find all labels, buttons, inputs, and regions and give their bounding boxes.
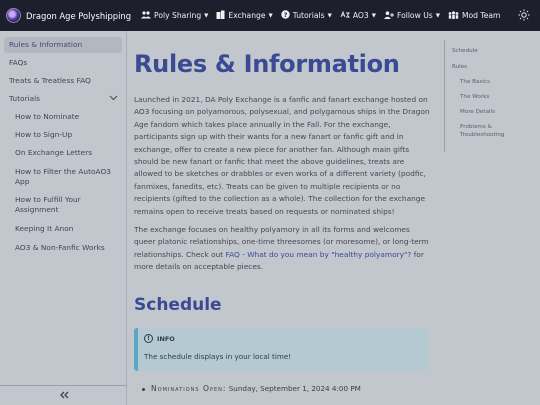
toc-item-more-details[interactable]: More Details [460,108,495,116]
sidebar-item-rules-information[interactable]: Rules & Information [4,37,122,53]
schedule-heading: Schedule [134,295,222,315]
site-title: Dragon Age Polyshipping [26,10,132,21]
info-admonition: ! INFO The schedule displays in your loc… [134,328,428,371]
info-icon: ! [144,334,153,343]
sidebar: Rules & Information FAQs Treats & Treatl… [0,31,127,405]
main-content: Rules & Information Launched in 2021, DA… [128,31,440,405]
toc-item-troubleshooting[interactable]: Problems & Troubleshooting [460,123,520,139]
brand-link[interactable]: Dragon Age Polyshipping [6,8,131,23]
nav-ao3-label: AO3 [352,11,369,20]
schedule-item-key: Nominations Open: [151,384,227,393]
page-title: Rules & Information [134,50,400,78]
nav-follow-us[interactable]: Follow Us ▼ [383,10,440,21]
question-icon: ? [281,10,290,21]
nav-poly-sharing[interactable]: Poly Sharing ▼ [141,10,209,21]
caret-down-icon: ▼ [204,12,209,19]
table-of-contents: Schedule Rules The Basics The Works More… [444,40,536,152]
svg-text:?: ? [283,11,287,19]
sidebar-collapse-button[interactable] [0,385,127,405]
nav-mod-team[interactable]: Mod Team [448,10,501,21]
info-text: The schedule displays in your local time… [144,352,292,361]
sidebar-item-filter-autoao3[interactable]: How to Filter the AutoAO3 App [10,164,120,189]
sidebar-item-keeping-anon[interactable]: Keeping It Anon [10,221,120,237]
nav-exchange-label: Exchange [228,11,266,20]
toc-item-schedule[interactable]: Schedule [452,47,478,55]
sidebar-item-tutorials[interactable]: Tutorials [4,91,122,107]
nav-poly-sharing-label: Poly Sharing [154,11,202,20]
sidebar-item-faqs[interactable]: FAQs [4,55,122,71]
team-icon [448,10,459,21]
nav-exchange[interactable]: Exchange ▼ [216,10,273,21]
caret-down-icon: ▼ [268,12,273,19]
people-icon [141,10,152,21]
caret-down-icon: ▼ [371,12,376,19]
ao3-icon [340,10,350,21]
sidebar-item-how-to-nominate[interactable]: How to Nominate [10,109,120,125]
info-label: INFO [157,334,175,343]
sidebar-item-how-to-sign-up[interactable]: How to Sign-Up [10,127,120,143]
nav-tutorials[interactable]: ? Tutorials ▼ [281,10,332,21]
buildings-icon [216,10,225,21]
toc-item-the-works[interactable]: The Works [460,93,489,101]
schedule-item-value: Sunday, September 1, 2024 4:00 PM [228,384,361,393]
caret-down-icon: ▼ [327,12,332,19]
healthy-polyamory-paragraph: The exchange focuses on healthy polyamor… [134,224,430,274]
sun-icon[interactable] [518,9,530,21]
top-navbar: Dragon Age Polyshipping Poly Sharing ▼ E… [0,0,540,31]
faq-healthy-polyamory-link[interactable]: FAQ - What do you mean by "healthy polya… [226,250,412,259]
sidebar-item-treats-faq[interactable]: Treats & Treatless FAQ [4,73,122,89]
nav-ao3[interactable]: AO3 ▼ [340,10,376,21]
nav-mod-team-label: Mod Team [461,11,501,20]
site-logo [6,8,21,23]
sidebar-item-exchange-letters[interactable]: On Exchange Letters [10,145,120,161]
double-chevron-left-icon [59,388,69,403]
toc-item-the-basics[interactable]: The Basics [460,78,490,86]
user-plus-icon [383,10,394,21]
schedule-item: Nominations Open: Sunday, September 1, 2… [142,384,361,393]
bullet-dot [142,387,145,391]
toc-item-rules[interactable]: Rules [452,63,467,71]
sidebar-item-ao3-non-fanfic[interactable]: AO3 & Non-Fanfic Works [10,240,120,256]
sidebar-item-fulfill-assignment[interactable]: How to Fulfill Your Assignment [10,192,120,217]
caret-down-icon: ▼ [435,12,440,19]
nav-tutorials-label: Tutorials [292,11,325,20]
nav-follow-us-label: Follow Us [396,11,433,20]
intro-paragraph: Launched in 2021, DA Poly Exchange is a … [134,95,430,216]
chevron-down-icon[interactable] [109,94,118,104]
